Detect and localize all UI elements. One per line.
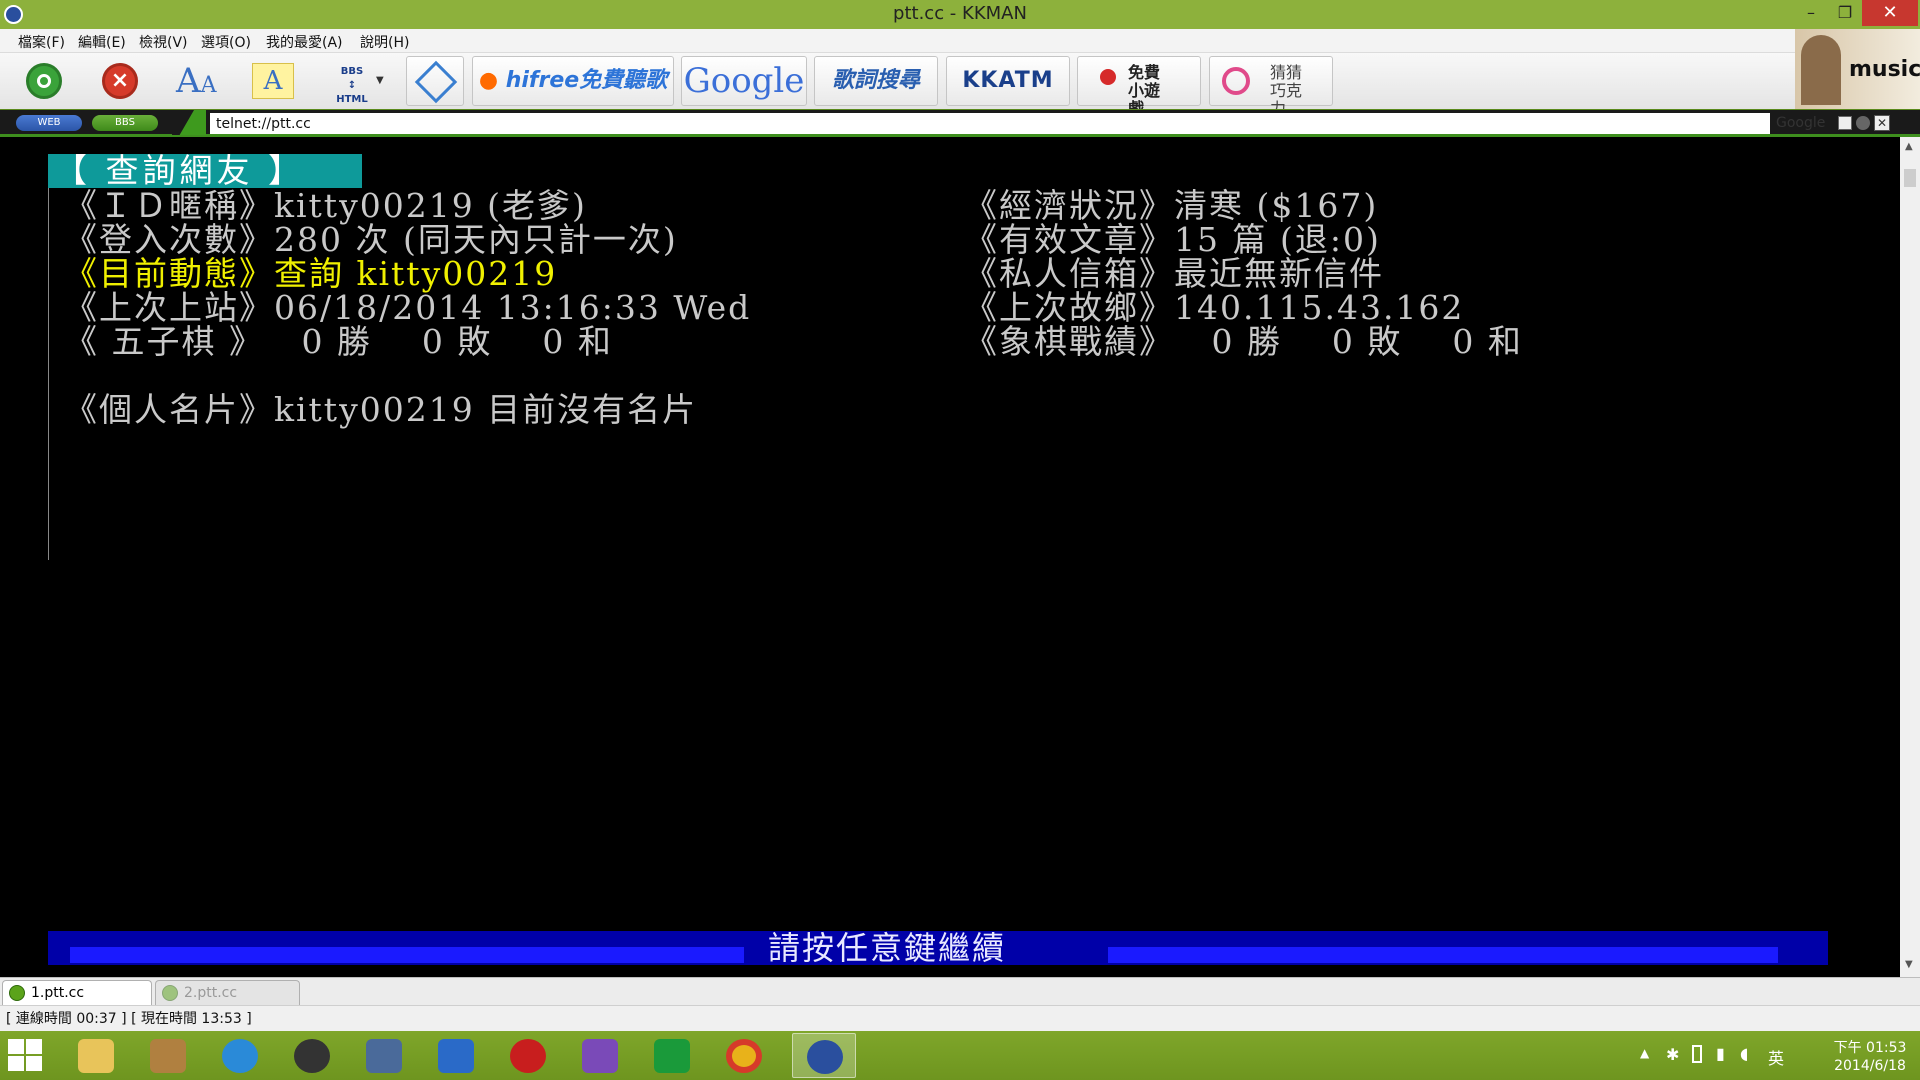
login-count: 《登入次數》280 次 (同天內只計一次) (64, 220, 678, 259)
mailbox-status: 《私人信箱》最近無新信件 (964, 254, 1384, 293)
title-bar: ptt.cc - KKMAN – ❐ ✕ (0, 0, 1920, 29)
last-login: 《上次上站》06/18/2014 13:16:33 Wed (64, 288, 752, 327)
tab-ptt-1[interactable]: 1.ptt.cc (2, 980, 152, 1005)
hifree-button[interactable]: ● hifree免費聽歌 (472, 56, 674, 106)
tab-ptt-2[interactable]: 2.ptt.cc (155, 980, 300, 1005)
lyrics-search-button[interactable]: 歌詞搜尋 (814, 56, 938, 106)
web-mode-toggle[interactable]: WEB (16, 115, 82, 131)
chess-record: 《象棋戰績》 0 勝 0 敗 0 和 (964, 322, 1523, 361)
economic-status: 《經濟狀況》清寒 ($167) (964, 186, 1379, 225)
store-icon[interactable] (640, 1033, 704, 1078)
bbs-tab-icon (9, 985, 25, 1001)
speaker-app-icon[interactable] (280, 1033, 344, 1078)
new-window-icon[interactable] (1838, 116, 1852, 130)
go-icon[interactable] (26, 63, 62, 99)
gomoku-record: 《 五子棋 》 0 勝 0 敗 0 和 (64, 322, 613, 361)
banner-text: music (1849, 57, 1920, 82)
google-button[interactable]: Google (681, 56, 807, 106)
bbs-mode-toggle[interactable]: BBS (92, 115, 158, 131)
close-button[interactable]: ✕ (1862, 0, 1918, 26)
media-player-icon[interactable] (136, 1033, 200, 1078)
network-icon[interactable]: ▮ (1716, 1044, 1725, 1063)
bbs-html-dropdown-icon[interactable]: ▼ (376, 75, 384, 86)
clock-time[interactable]: 下午 01:53 (1825, 1037, 1915, 1057)
menu-options[interactable]: 選項(O) (201, 32, 251, 52)
press-any-key-bar[interactable]: 請按任意鍵繼續 (48, 931, 1828, 965)
kkatm-button[interactable]: KKATM (946, 56, 1070, 106)
font-size-icon[interactable]: AA (176, 61, 216, 101)
bbs-html-toggle-icon[interactable]: BBS ↕ HTML (332, 65, 372, 107)
settings-icon[interactable] (1856, 116, 1870, 130)
menu-favorites[interactable]: 我的最愛(A) (266, 32, 343, 52)
guess-chocolate-button[interactable]: 猜猜巧克力 (1209, 56, 1333, 118)
font-style-icon[interactable]: A (252, 63, 294, 99)
menu-bar: 檔案(F) 編輯(E) 檢視(V) 選項(O) 我的最愛(A) 說明(H) (0, 29, 1795, 53)
valid-posts: 《有效文章》15 篇 (退:0) (964, 220, 1381, 259)
terminal-divider (48, 188, 49, 560)
taskbar: ▲ ✱ ▮ ◖ 英 下午 01:53 2014/6/18 (0, 1031, 1920, 1080)
bbs-tab-icon (162, 985, 178, 1001)
tab-label: 2.ptt.cc (184, 985, 238, 1001)
scroll-thumb[interactable] (1904, 169, 1916, 187)
input-language[interactable]: 英 (1768, 1045, 1784, 1069)
chrome-icon[interactable] (712, 1033, 776, 1078)
search-engine-label[interactable]: Google (1776, 115, 1825, 131)
internet-explorer-icon[interactable] (208, 1033, 272, 1078)
windows-start-button[interactable] (8, 1039, 44, 1071)
file-explorer-icon[interactable] (64, 1033, 128, 1078)
stop-icon[interactable]: × (102, 63, 138, 99)
close-address-icon[interactable]: ✕ (1874, 115, 1890, 131)
clock-date[interactable]: 2014/6/18 (1825, 1058, 1915, 1074)
banner-portrait (1801, 35, 1841, 105)
minimize-button[interactable]: – (1792, 0, 1830, 26)
menu-edit[interactable]: 編輯(E) (78, 32, 126, 52)
status-bar: [ 連線時間 00:37 ] [ 現在時間 13:53 ] (0, 1005, 1920, 1031)
music-banner[interactable]: music (1795, 29, 1920, 109)
menu-help[interactable]: 說明(H) (360, 32, 409, 52)
notes-app-icon[interactable] (424, 1033, 488, 1078)
press-bar-fill-left (70, 947, 744, 963)
maximize-button[interactable]: ❐ (1826, 0, 1864, 26)
free-games-button[interactable]: 免費小遊戲 (1077, 56, 1201, 118)
terminal-scrollbar[interactable]: ▲ ▼ (1900, 137, 1920, 977)
show-hidden-icons-icon[interactable]: ▲ (1640, 1046, 1649, 1060)
volume-icon[interactable]: ◖ (1740, 1044, 1748, 1063)
press-bar-fill-right (1108, 947, 1778, 963)
address-input[interactable] (210, 113, 1770, 134)
menu-file[interactable]: 檔案(F) (18, 32, 65, 52)
tab-label: 1.ptt.cc (31, 985, 85, 1001)
scroll-down-icon[interactable]: ▼ (1905, 959, 1913, 970)
power-app-icon[interactable] (496, 1033, 560, 1078)
scroll-up-icon[interactable]: ▲ (1905, 141, 1913, 152)
document-app-icon[interactable] (352, 1033, 416, 1078)
personal-card: 《個人名片》kitty00219 目前沒有名片 (64, 390, 698, 429)
press-any-key-label: 請按任意鍵繼續 (768, 929, 1007, 967)
visual-studio-icon[interactable] (568, 1033, 632, 1078)
bluetooth-icon[interactable]: ✱ (1666, 1045, 1679, 1064)
kkman-taskbar-icon[interactable] (792, 1033, 856, 1078)
address-bar: WEB BBS Google ✕ (0, 109, 1920, 137)
system-tray: ▲ ✱ ▮ ◖ 英 下午 01:53 2014/6/18 (1630, 1031, 1920, 1080)
toolbar: × AA A BBS ↕ HTML ▼ ● hifree免費聽歌 Google 歌詞… (0, 53, 1795, 118)
address-accent (172, 110, 206, 135)
tab-strip: 1.ptt.cc 2.ptt.cc (0, 977, 1920, 1005)
query-user-header: 【 查詢網友 】 (48, 154, 362, 188)
menu-view[interactable]: 檢視(V) (139, 32, 188, 52)
user-id-nickname: 《ＩＤ暱稱》kitty00219 (老爹) (64, 186, 587, 225)
last-ip: 《上次故鄉》140.115.43.162 (964, 288, 1465, 327)
battery-icon[interactable] (1692, 1045, 1702, 1063)
window-title: ptt.cc - KKMAN (893, 3, 1027, 24)
kkbox-cube-icon[interactable] (406, 56, 464, 106)
current-activity: 《目前動態》查詢 kitty00219 (64, 254, 558, 293)
